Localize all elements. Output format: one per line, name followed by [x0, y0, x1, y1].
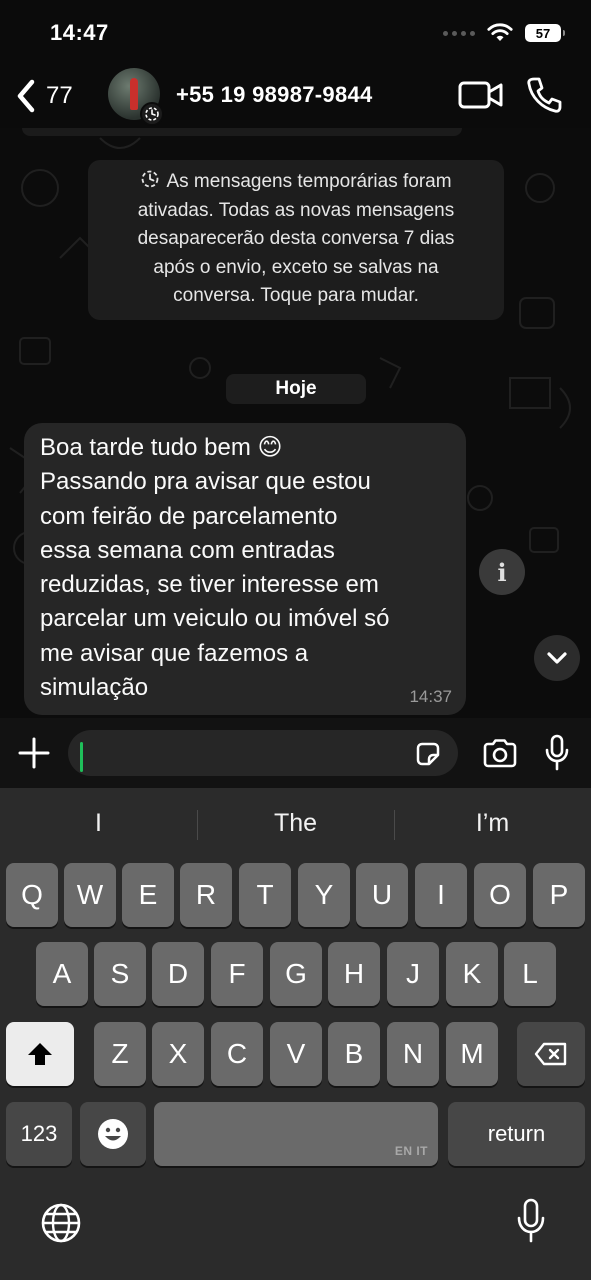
key-f[interactable]: F: [211, 942, 263, 1006]
key-r[interactable]: R: [180, 863, 232, 927]
unread-count: 77: [46, 82, 73, 109]
globe-icon: [41, 1203, 81, 1243]
chat-area[interactable]: As mensagens temporárias foram ativadas.…: [0, 128, 591, 718]
voice-message-button[interactable]: [544, 734, 570, 777]
suggestion-bar: I The I’m: [0, 798, 591, 848]
disappearing-timer-badge: [140, 102, 164, 126]
message-input[interactable]: [68, 730, 458, 776]
key-q[interactable]: Q: [6, 863, 58, 927]
key-e[interactable]: E: [122, 863, 174, 927]
delete-key[interactable]: [517, 1022, 585, 1086]
suggestion-2[interactable]: The: [197, 798, 394, 848]
key-k[interactable]: K: [446, 942, 498, 1006]
sticker-button[interactable]: [414, 740, 442, 773]
phone-icon: [527, 77, 562, 113]
wifi-icon: [487, 23, 513, 41]
switch-keyboard-button[interactable]: [40, 1202, 82, 1249]
dictation-button[interactable]: [516, 1198, 546, 1249]
sticker-icon: [416, 742, 440, 766]
key-a[interactable]: A: [36, 942, 88, 1006]
timer-icon: [142, 170, 159, 188]
keyboard-language-label: EN IT: [394, 1144, 428, 1158]
key-g[interactable]: G: [270, 942, 322, 1006]
shift-icon: [28, 1043, 52, 1065]
text-caret: [80, 742, 83, 772]
date-separator: Hoje: [226, 374, 366, 404]
battery-indicator: 57: [525, 24, 565, 42]
key-y[interactable]: Y: [298, 863, 350, 927]
key-m[interactable]: M: [446, 1022, 498, 1086]
video-call-button[interactable]: [458, 78, 504, 117]
emoji-icon: [98, 1119, 128, 1149]
back-chevron-icon: [17, 79, 35, 113]
message-time: 14:37: [409, 687, 452, 706]
key-j[interactable]: J: [387, 942, 439, 1006]
previous-content-sliver: [22, 128, 462, 136]
chat-header: 77 +55 19 98987-9844: [0, 62, 591, 128]
incoming-message-bubble[interactable]: Boa tarde tudo bem 😊 Passando pra avisar…: [24, 423, 466, 715]
key-i[interactable]: I: [415, 863, 467, 927]
key-u[interactable]: U: [356, 863, 408, 927]
keyboard: I The I’m Q W E R T Y U I O P A S D F G …: [0, 788, 591, 1280]
attach-button[interactable]: [16, 735, 52, 776]
status-bar: 14:47 57: [0, 0, 591, 62]
status-indicators: 57: [443, 20, 565, 46]
space-bar[interactable]: EN IT: [154, 1102, 438, 1166]
key-d[interactable]: D: [152, 942, 204, 1006]
dictation-icon: [517, 1198, 545, 1243]
chevron-down-icon: [547, 652, 567, 664]
camera-button[interactable]: [482, 738, 518, 773]
timer-icon: [145, 107, 159, 121]
notice-text: As mensagens temporárias foram ativadas.…: [137, 171, 455, 306]
numbers-key[interactable]: 123: [6, 1102, 72, 1166]
info-icon: i: [497, 557, 507, 587]
info-button[interactable]: i: [479, 549, 525, 595]
key-h[interactable]: H: [328, 942, 380, 1006]
key-w[interactable]: W: [64, 863, 116, 927]
key-x[interactable]: X: [152, 1022, 204, 1086]
status-time: 14:47: [50, 20, 109, 45]
signal-dots: [443, 30, 475, 36]
microphone-icon: [545, 734, 569, 771]
key-o[interactable]: O: [474, 863, 526, 927]
plus-icon: [18, 737, 50, 769]
avatar-figure: [130, 78, 138, 110]
key-v[interactable]: V: [270, 1022, 322, 1086]
voice-call-button[interactable]: [526, 76, 562, 119]
video-camera-icon: [458, 81, 503, 109]
key-l[interactable]: L: [504, 942, 556, 1006]
shift-key[interactable]: [6, 1022, 74, 1086]
emoji-key[interactable]: [80, 1102, 146, 1166]
key-c[interactable]: C: [211, 1022, 263, 1086]
camera-icon: [483, 739, 517, 768]
suggestion-1[interactable]: I: [0, 798, 197, 848]
back-button[interactable]: 77: [16, 76, 73, 116]
key-n[interactable]: N: [387, 1022, 439, 1086]
delete-icon: [534, 1042, 567, 1066]
key-t[interactable]: T: [239, 863, 291, 927]
key-s[interactable]: S: [94, 942, 146, 1006]
key-z[interactable]: Z: [94, 1022, 146, 1086]
message-input-bar: [0, 718, 591, 788]
suggestion-3[interactable]: I’m: [394, 798, 591, 848]
key-p[interactable]: P: [533, 863, 585, 927]
scroll-to-bottom-button[interactable]: [534, 635, 580, 681]
contact-name[interactable]: +55 19 98987-9844: [176, 82, 373, 108]
disappearing-messages-notice[interactable]: As mensagens temporárias foram ativadas.…: [88, 160, 504, 320]
message-text: Boa tarde tudo bem 😊 Passando pra avisar…: [40, 434, 390, 702]
return-key[interactable]: return: [448, 1102, 585, 1166]
key-b[interactable]: B: [328, 1022, 380, 1086]
